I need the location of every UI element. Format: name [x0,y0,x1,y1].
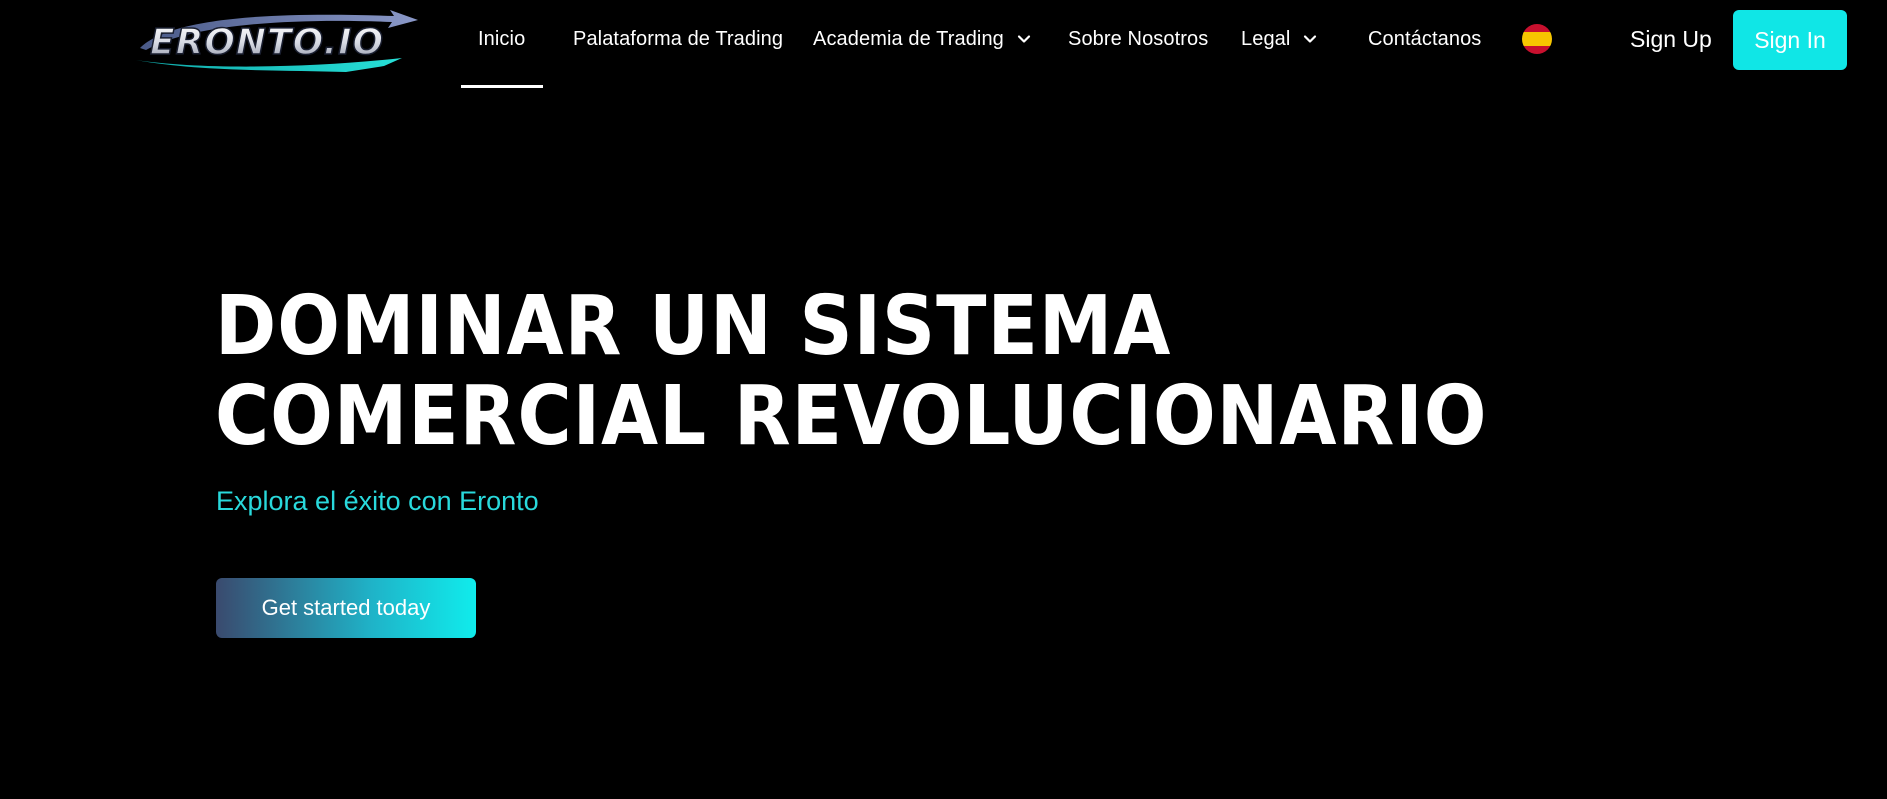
chevron-down-icon [1304,35,1317,43]
nav-item-academia-de-trading[interactable]: Academia de Trading [813,22,1032,56]
nav-item-inicio[interactable]: Inicio [478,22,525,56]
active-nav-indicator [461,85,543,88]
get-started-button[interactable]: Get started today [216,578,476,638]
nav-item-label: Legal [1241,27,1291,50]
chevron-down-icon [1017,35,1031,43]
hero-subtitle: Explora el éxito con Eronto [216,486,539,516]
nav-item-label: Sobre Nosotros [1068,27,1209,50]
eronto-logo-icon: ERONTO.IO [136,10,418,72]
nav-item-label: Academia de Trading [813,27,1004,50]
nav-item-plataforma-de-trading[interactable]: Palataforma de Trading [573,22,783,56]
sign-up-link[interactable]: Sign Up [1630,22,1712,56]
nav-item-label: Palataforma de Trading [573,27,784,50]
logo-wordmark: ERONTO.IO [150,22,384,63]
hero-title-line-1: DOMINAR UN SISTEMA [215,279,1172,374]
nav-item-contactanos[interactable]: Contáctanos [1368,22,1481,56]
sign-in-button[interactable]: Sign In [1733,10,1847,70]
nav-item-sobre-nosotros[interactable]: Sobre Nosotros [1068,22,1208,56]
spain-flag-icon[interactable] [1522,24,1552,54]
nav-item-legal[interactable]: Legal [1241,22,1318,56]
nav-item-label: Contáctanos [1368,27,1482,50]
page: ERONTO.IO Inicio Palataforma de Trading … [0,0,1887,799]
nav-item-label: Inicio [478,27,526,50]
hero-title: DOMINAR UN SISTEMA COMERCIAL REVOLUCIONA… [215,282,1615,462]
brand-logo[interactable]: ERONTO.IO [132,10,420,72]
hero-title-line-2: COMERCIAL REVOLUCIONARIO [215,369,1488,464]
